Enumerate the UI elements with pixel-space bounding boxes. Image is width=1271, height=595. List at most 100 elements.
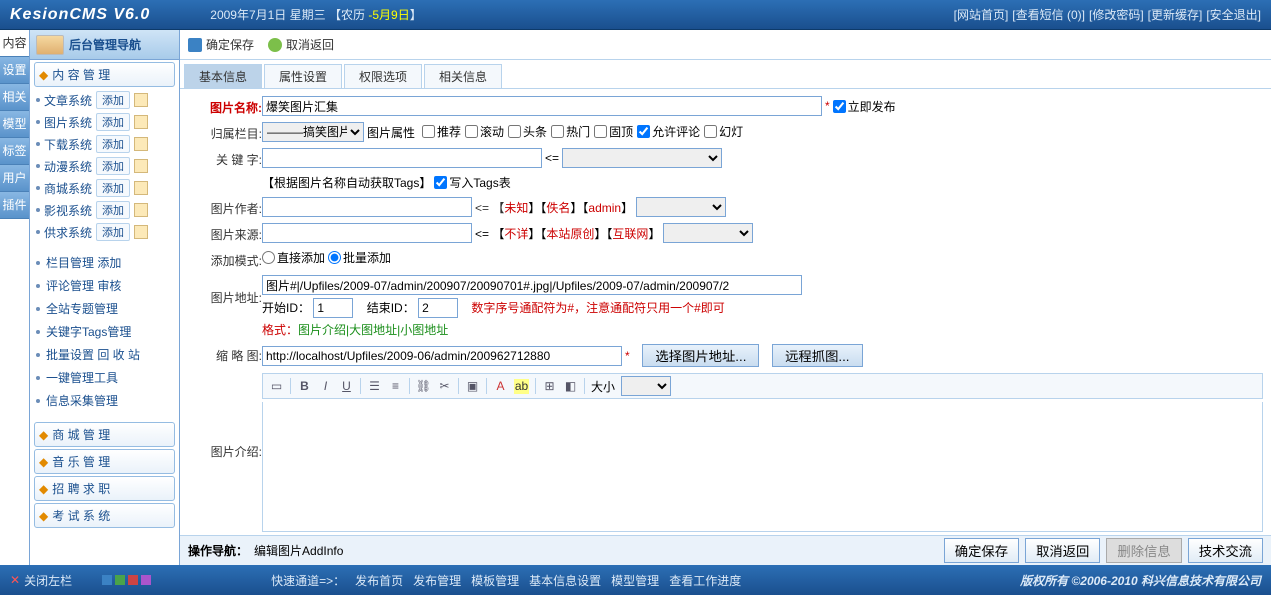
link-refresh-cache[interactable]: [更新缓存] — [1148, 6, 1203, 23]
btn-content-manage[interactable]: ◆内 容 管 理 — [34, 62, 175, 87]
select-category[interactable]: ———搞笑图片 — [262, 122, 364, 142]
attr-checkbox[interactable]: 滚动 — [465, 123, 504, 140]
link-icon[interactable]: ⛓ — [416, 379, 431, 394]
input-author[interactable] — [262, 197, 472, 217]
close-left-icon[interactable]: ✕ — [10, 573, 20, 587]
btn-tech-exchange[interactable]: 技术交流 — [1188, 538, 1263, 563]
select-source[interactable] — [663, 223, 753, 243]
input-end-id[interactable] — [418, 298, 458, 318]
btn-remote-grab[interactable]: 远程抓图... — [772, 344, 862, 367]
color-swatch-icon[interactable] — [115, 575, 125, 585]
input-start-id[interactable] — [313, 298, 353, 318]
attr-checkbox[interactable]: 幻灯 — [704, 123, 743, 140]
checkbox-publish-now[interactable]: 立即发布 — [833, 98, 896, 115]
attr-checkbox[interactable]: 头条 — [508, 123, 547, 140]
link-home[interactable]: [网站首页] — [954, 6, 1009, 23]
btn-save[interactable]: 确定保存 — [944, 538, 1019, 563]
highlight-icon[interactable]: ab — [514, 379, 529, 394]
input-pic-name[interactable] — [262, 96, 822, 116]
italic-icon[interactable]: I — [318, 379, 333, 394]
input-source[interactable] — [262, 223, 472, 243]
input-keyword[interactable] — [262, 148, 542, 168]
nav-button[interactable]: ◆考 试 系 统 — [34, 503, 175, 528]
nav-item[interactable]: 栏目管理 添加 — [30, 251, 179, 274]
vtab-content[interactable]: 内容 — [0, 30, 29, 57]
nav-item[interactable]: 批量设置 回 收 站 — [30, 343, 179, 366]
tab-related-info[interactable]: 相关信息 — [424, 64, 502, 88]
nav-system-link[interactable]: 商城系统 — [44, 180, 92, 197]
edit-icon[interactable] — [134, 137, 148, 151]
link-change-password[interactable]: [修改密码] — [1089, 6, 1144, 23]
tab-attr-settings[interactable]: 属性设置 — [264, 64, 342, 88]
nav-add-button[interactable]: 添加 — [96, 157, 130, 175]
edit-icon[interactable] — [134, 203, 148, 217]
attr-checkbox[interactable]: 允许评论 — [637, 123, 700, 140]
color-swatch-icon[interactable] — [128, 575, 138, 585]
attr-checkbox[interactable]: 固顶 — [594, 123, 633, 140]
nav-button[interactable]: ◆招 聘 求 职 — [34, 476, 175, 501]
toolbar-cancel-button[interactable]: 取消返回 — [268, 36, 334, 53]
edit-icon[interactable] — [134, 181, 148, 195]
quick-link[interactable]: 基本信息设置 — [529, 572, 601, 589]
radio-batch-add[interactable]: 批量添加 — [328, 249, 391, 266]
edit-icon[interactable] — [134, 93, 148, 107]
nav-system-link[interactable]: 供求系统 — [44, 224, 92, 241]
nav-system-link[interactable]: 下载系统 — [44, 136, 92, 153]
nav-button[interactable]: ◆音 乐 管 理 — [34, 449, 175, 474]
select-font-size[interactable] — [621, 376, 671, 396]
btn-delete[interactable]: 删除信息 — [1106, 538, 1181, 563]
attr-checkbox[interactable]: 推荐 — [422, 123, 461, 140]
nav-button[interactable]: ◆商 城 管 理 — [34, 422, 175, 447]
close-left-label[interactable]: 关闭左栏 — [24, 572, 72, 589]
toolbar-save-button[interactable]: 确定保存 — [188, 36, 254, 53]
edit-icon[interactable] — [134, 159, 148, 173]
editor-textarea[interactable] — [262, 402, 1263, 532]
vtab-settings[interactable]: 设置 — [0, 57, 29, 84]
table-icon[interactable]: ⊞ — [542, 379, 557, 394]
btn-cancel[interactable]: 取消返回 — [1025, 538, 1100, 563]
tab-permission[interactable]: 权限选项 — [344, 64, 422, 88]
attr-checkbox[interactable]: 热门 — [551, 123, 590, 140]
unlink-icon[interactable]: ✂ — [437, 379, 452, 394]
select-keyword[interactable] — [562, 148, 722, 168]
fontcolor-icon[interactable]: A — [493, 379, 508, 394]
image-icon[interactable]: ▣ — [465, 379, 480, 394]
checkbox-write-tags[interactable]: 写入Tags表 — [434, 174, 510, 191]
quick-link[interactable]: 模板管理 — [471, 572, 519, 589]
btn-select-pic-addr[interactable]: 选择图片地址... — [642, 344, 759, 367]
vtab-users[interactable]: 用户 — [0, 165, 29, 192]
tab-basic-info[interactable]: 基本信息 — [184, 64, 262, 88]
nav-system-link[interactable]: 影视系统 — [44, 202, 92, 219]
nav-system-link[interactable]: 图片系统 — [44, 114, 92, 131]
nav-item[interactable]: 信息采集管理 — [30, 389, 179, 412]
nav-system-link[interactable]: 文章系统 — [44, 92, 92, 109]
input-thumbnail[interactable] — [262, 346, 622, 366]
link-messages[interactable]: [查看短信 (0)] — [1012, 6, 1085, 23]
nav-item[interactable]: 关键字Tags管理 — [30, 320, 179, 343]
nav-add-button[interactable]: 添加 — [96, 179, 130, 197]
nav-add-button[interactable]: 添加 — [96, 135, 130, 153]
quick-link[interactable]: 查看工作进度 — [669, 572, 741, 589]
list-icon[interactable]: ☰ — [367, 379, 382, 394]
underline-icon[interactable]: U — [339, 379, 354, 394]
color-swatch-icon[interactable] — [141, 575, 151, 585]
olist-icon[interactable]: ≡ — [388, 379, 403, 394]
nav-system-link[interactable]: 动漫系统 — [44, 158, 92, 175]
vtab-tags[interactable]: 标签 — [0, 138, 29, 165]
vtab-model[interactable]: 模型 — [0, 111, 29, 138]
vtab-related[interactable]: 相关 — [0, 84, 29, 111]
code-icon[interactable]: ◧ — [563, 379, 578, 394]
new-icon[interactable]: ▭ — [269, 379, 284, 394]
vtab-plugins[interactable]: 插件 — [0, 192, 29, 219]
nav-add-button[interactable]: 添加 — [96, 201, 130, 219]
nav-add-button[interactable]: 添加 — [96, 223, 130, 241]
link-logout[interactable]: [安全退出] — [1206, 6, 1261, 23]
quick-link[interactable]: 发布首页 — [355, 572, 403, 589]
nav-item[interactable]: 全站专题管理 — [30, 297, 179, 320]
edit-icon[interactable] — [134, 115, 148, 129]
nav-add-button[interactable]: 添加 — [96, 113, 130, 131]
nav-add-button[interactable]: 添加 — [96, 91, 130, 109]
nav-item[interactable]: 评论管理 审核 — [30, 274, 179, 297]
quick-link[interactable]: 发布管理 — [413, 572, 461, 589]
select-author[interactable] — [636, 197, 726, 217]
